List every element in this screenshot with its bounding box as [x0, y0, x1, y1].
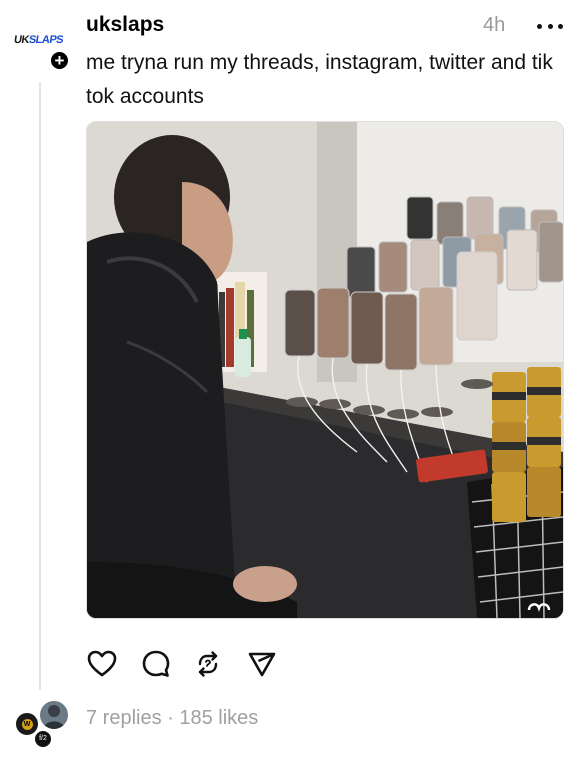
replier-avatar[interactable]: f/2 [33, 729, 53, 749]
username[interactable]: ukslaps [86, 13, 164, 37]
photo-image [87, 122, 563, 618]
post-photo[interactable] [86, 121, 564, 619]
timestamp: 4h [483, 14, 506, 36]
post-stats[interactable]: 7 replies · 185 likes [86, 707, 258, 730]
post-caption: me tryna run my threads, instagram, twit… [86, 51, 553, 108]
comment-icon[interactable] [140, 648, 172, 680]
repost-icon[interactable] [192, 648, 224, 680]
plus-icon[interactable]: + [49, 50, 70, 71]
thread-line [39, 82, 41, 690]
thread-post: UKSLAPS + ukslaps 4h me tryna run my thr… [0, 0, 586, 761]
heart-icon[interactable] [86, 648, 118, 680]
send-icon[interactable] [246, 648, 278, 680]
more-horizontal-icon[interactable] [537, 18, 563, 34]
ukslaps-logo: UKSLAPS [13, 34, 65, 46]
replier-avatar[interactable] [38, 699, 70, 731]
